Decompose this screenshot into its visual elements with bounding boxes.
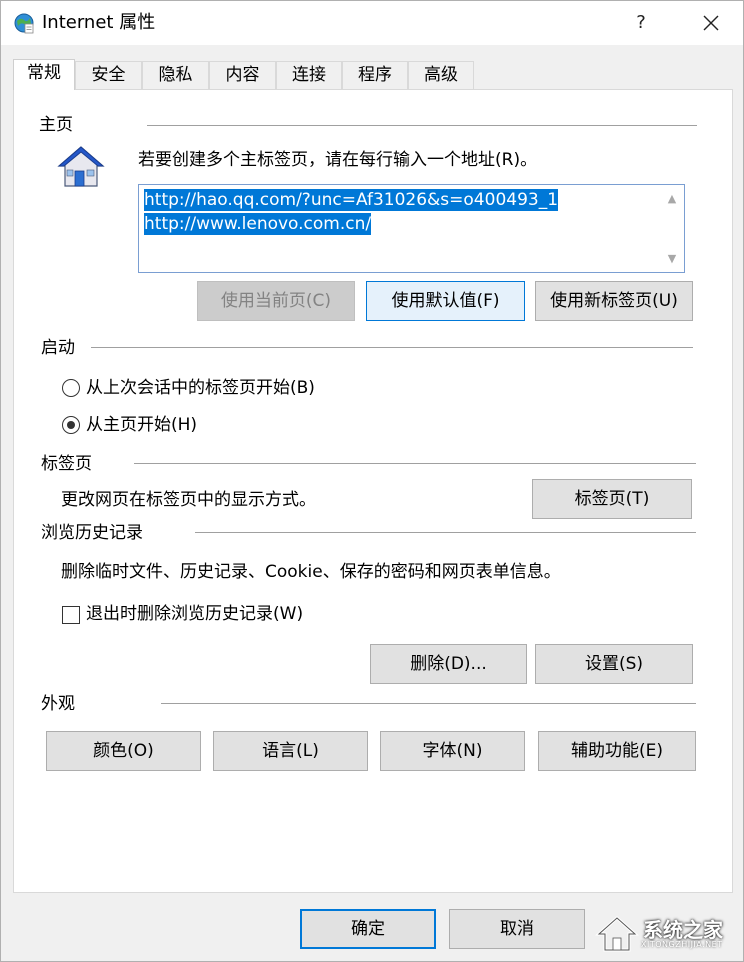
title-bar: Internet 属性 ? bbox=[1, 1, 743, 45]
tab-security[interactable]: 安全 bbox=[75, 61, 142, 89]
radio-selected-dot bbox=[67, 421, 75, 429]
internet-globe-icon bbox=[14, 13, 34, 34]
site-watermark: 系统之家 XITONGZHIJIA.NET bbox=[593, 906, 743, 961]
history-settings-button[interactable]: 设置(S) bbox=[535, 644, 693, 684]
home-url-line: http://hao.qq.com/?unc=Af31026&s=o400493… bbox=[144, 189, 559, 211]
home-instruction: 若要创建多个主标签页，请在每行输入一个地址(R)。 bbox=[138, 150, 538, 170]
delete-on-exit-checkbox[interactable] bbox=[62, 606, 80, 624]
tabs-settings-button[interactable]: 标签页(T) bbox=[532, 479, 692, 519]
tabs-group-label: 标签页 bbox=[41, 453, 92, 475]
accessibility-button[interactable]: 辅助功能(E) bbox=[538, 731, 696, 771]
startup-last-session-label[interactable]: 从上次会话中的标签页开始(B) bbox=[86, 377, 315, 399]
ok-button[interactable]: 确定 bbox=[300, 909, 436, 949]
watermark-subtext: XITONGZHIJIA.NET bbox=[641, 940, 723, 949]
tab-privacy[interactable]: 隐私 bbox=[142, 61, 209, 89]
home-group-label: 主页 bbox=[39, 114, 73, 136]
window-title: Internet 属性 bbox=[42, 12, 156, 33]
appearance-group-label: 外观 bbox=[41, 693, 75, 715]
delete-history-button[interactable]: 删除(D)... bbox=[370, 644, 527, 684]
tab-connections[interactable]: 连接 bbox=[276, 61, 342, 89]
home-url-textarea[interactable]: http://hao.qq.com/?unc=Af31026&s=o400493… bbox=[138, 184, 685, 273]
history-description: 删除临时文件、历史记录、Cookie、保存的密码和网页表单信息。 bbox=[61, 562, 561, 582]
delete-on-exit-label[interactable]: 退出时删除浏览历史记录(W) bbox=[86, 603, 303, 625]
home-group-divider bbox=[147, 125, 697, 126]
watermark-logo-icon bbox=[595, 915, 639, 952]
history-group-label: 浏览历史记录 bbox=[41, 522, 143, 544]
cancel-button[interactable]: 取消 bbox=[449, 909, 585, 949]
tab-strip: 常规 安全 隐私 内容 连接 程序 高级 bbox=[13, 59, 743, 90]
watermark-text: 系统之家 bbox=[643, 918, 723, 942]
startup-home-label[interactable]: 从主页开始(H) bbox=[86, 414, 197, 436]
scroll-up-icon[interactable]: ▲ bbox=[666, 193, 678, 205]
house-icon bbox=[57, 146, 105, 187]
tab-content[interactable]: 内容 bbox=[209, 61, 276, 89]
startup-group-divider bbox=[91, 347, 693, 348]
textarea-scrollbar[interactable]: ▲ ▼ bbox=[660, 185, 684, 272]
scroll-down-icon[interactable]: ▼ bbox=[666, 253, 678, 265]
internet-options-dialog: Internet 属性 ? 常规 安全 隐私 内容 连接 程序 高级 主页 若要… bbox=[0, 0, 744, 962]
appearance-group-divider bbox=[161, 703, 696, 704]
use-new-tab-button[interactable]: 使用新标签页(U) bbox=[535, 281, 693, 321]
languages-button[interactable]: 语言(L) bbox=[213, 731, 368, 771]
startup-last-session-radio[interactable] bbox=[62, 379, 80, 397]
colors-button[interactable]: 颜色(O) bbox=[46, 731, 201, 771]
startup-home-radio[interactable] bbox=[62, 416, 80, 434]
tab-advanced[interactable]: 高级 bbox=[408, 61, 474, 89]
history-group-divider bbox=[195, 532, 696, 533]
close-icon[interactable] bbox=[691, 7, 731, 39]
tab-programs[interactable]: 程序 bbox=[342, 61, 408, 89]
help-button[interactable]: ? bbox=[623, 9, 659, 37]
use-default-button[interactable]: 使用默认值(F) bbox=[366, 281, 525, 321]
use-current-page-button[interactable]: 使用当前页(C) bbox=[197, 281, 355, 321]
tab-general[interactable]: 常规 bbox=[13, 59, 75, 90]
home-url-line: http://www.lenovo.com.cn/ bbox=[144, 213, 372, 235]
startup-group-label: 启动 bbox=[41, 337, 75, 359]
fonts-button[interactable]: 字体(N) bbox=[380, 731, 525, 771]
tabs-description: 更改网页在标签页中的显示方式。 bbox=[61, 490, 316, 510]
tabs-group-divider bbox=[134, 463, 696, 464]
